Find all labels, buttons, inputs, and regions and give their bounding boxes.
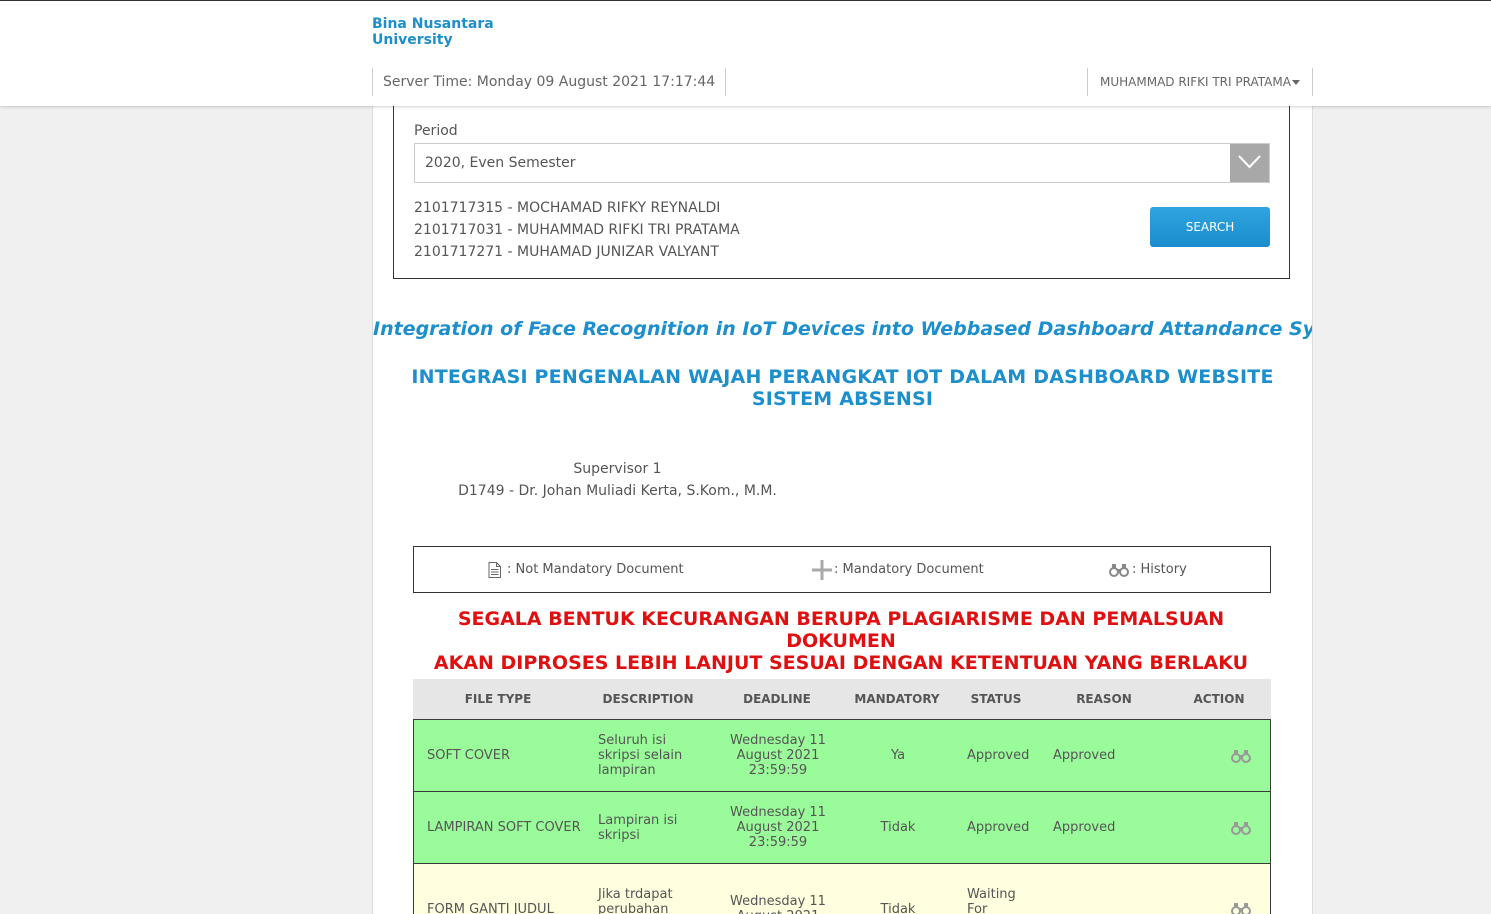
cell-status: Waiting For Approval (967, 886, 1016, 914)
cell-mandatory: Tidak (880, 820, 916, 835)
cell-status: Approved (967, 748, 1030, 763)
cell-file-type: LAMPIRAN SOFT COVER (427, 820, 581, 835)
university-logo[interactable]: Bina Nusantara University (372, 16, 512, 48)
legend-not-mandatory: : Not Mandatory Document (488, 547, 684, 592)
cell-reason (1053, 864, 1163, 914)
cell-description: Seluruh isi skripsi selain lampiran (598, 733, 683, 778)
cell-status: Approved (967, 820, 1030, 835)
column-header-status: STATUS (970, 692, 1022, 706)
member-list: 2101717315 - MOCHAMAD RIFKY REYNALDI 210… (414, 197, 740, 263)
member-item: 2101717031 - MUHAMMAD RIFKI TRI PRATAMA (414, 222, 740, 238)
cell-action (1231, 720, 1255, 791)
column-header-file-type: FILE TYPE (464, 692, 532, 706)
user-name: MUHAMMAD RIFKI TRI PRATAMA (1100, 75, 1291, 89)
legend-mandatory-label: : Mandatory Document (834, 562, 984, 577)
legend: : Not Mandatory Document : Mandatory Doc… (413, 546, 1271, 593)
table-row: SOFT COVER Seluruh isi skripsi selain la… (413, 719, 1271, 792)
period-label: Period (414, 123, 458, 139)
column-header-reason: REASON (1076, 692, 1132, 706)
cell-mandatory: Ya (890, 748, 906, 763)
main-content: Period 2020, Even Semester 2101717315 - … (372, 106, 1313, 914)
column-header-action: ACTION (1193, 692, 1245, 706)
column-header-description: DESCRIPTION (602, 692, 694, 706)
supervisor-name: D1749 - Dr. Johan Muliadi Kerta, S.Kom.,… (458, 483, 777, 499)
plagiarism-warning: SEGALA BENTUK KECURANGAN BERUPA PLAGIARI… (413, 608, 1269, 674)
warning-line: SEGALA BENTUK KECURANGAN BERUPA PLAGIARI… (457, 608, 1225, 652)
legend-history: : History (1109, 547, 1187, 592)
cell-mandatory: Tidak (880, 901, 916, 914)
supervisor-label: Supervisor 1 (573, 461, 662, 477)
binoculars-icon[interactable] (1231, 749, 1251, 763)
cell-action (1231, 792, 1255, 863)
search-button[interactable]: SEARCH (1150, 207, 1270, 247)
period-select[interactable]: 2020, Even Semester (414, 143, 1270, 183)
column-header-deadline: DEADLINE (743, 692, 811, 706)
cell-reason: Approved (1053, 820, 1116, 835)
thesis-title-english: Integration of Face Recognition in IoT D… (373, 318, 1313, 340)
member-item: 2101717271 - MUHAMAD JUNIZAR VALYANT (414, 244, 719, 260)
logo-line2: University (372, 32, 453, 48)
header: Bina Nusantara University Server Time: M… (0, 1, 1491, 106)
caret-down-icon (1292, 80, 1300, 85)
table-row: LAMPIRAN SOFT COVER Lampiran isi skripsi… (413, 791, 1271, 864)
legend-history-label: : History (1132, 562, 1187, 577)
binoculars-icon[interactable] (1231, 902, 1251, 914)
member-item: 2101717315 - MOCHAMAD RIFKY REYNALDI (414, 200, 721, 216)
legend-not-mandatory-label: : Not Mandatory Document (507, 562, 684, 577)
thesis-title-indonesian: INTEGRASI PENGENALAN WAJAH PERANGKAT IOT… (411, 366, 1274, 410)
cell-reason: Approved (1053, 748, 1116, 763)
table-row: FORM GANTI JUDUL Jika trdapat perubahan … (413, 863, 1271, 914)
legend-mandatory: : Mandatory Document (812, 547, 984, 592)
binoculars-icon[interactable] (1231, 821, 1251, 835)
cell-file-type: FORM GANTI JUDUL (427, 901, 554, 914)
cell-deadline: Wednesday 11 August 2021 (730, 894, 826, 914)
period-selected-value: 2020, Even Semester (425, 155, 576, 171)
plus-icon (812, 559, 832, 580)
chevron-down-icon[interactable] (1230, 144, 1269, 182)
warning-line: AKAN DIPROSES LEBIH LANJUT SESUAI DENGAN… (433, 652, 1249, 674)
column-header-mandatory: MANDATORY (854, 692, 940, 706)
cell-description: Jika trdapat perubahan judul (598, 886, 673, 914)
binoculars-icon (1109, 563, 1129, 577)
table-header: FILE TYPE DESCRIPTION DEADLINE MANDATORY… (413, 679, 1271, 719)
cell-deadline: Wednesday 11 August 2021 23:59:59 (730, 805, 826, 850)
cell-deadline: Wednesday 11 August 2021 23:59:59 (730, 733, 826, 778)
cell-description: Lampiran isi skripsi (598, 812, 678, 843)
user-menu-dropdown[interactable]: MUHAMMAD RIFKI TRI PRATAMA (1087, 68, 1313, 96)
cell-file-type: SOFT COVER (427, 748, 511, 763)
filter-panel: Period 2020, Even Semester 2101717315 - … (393, 106, 1290, 279)
supervisor-info: Supervisor 1 D1749 - Dr. Johan Muliadi K… (373, 458, 862, 502)
cell-action (1231, 864, 1255, 914)
logo-line1: Bina Nusantara (372, 16, 494, 32)
server-time: Server Time: Monday 09 August 2021 17:17… (372, 68, 727, 96)
document-icon (488, 561, 501, 578)
